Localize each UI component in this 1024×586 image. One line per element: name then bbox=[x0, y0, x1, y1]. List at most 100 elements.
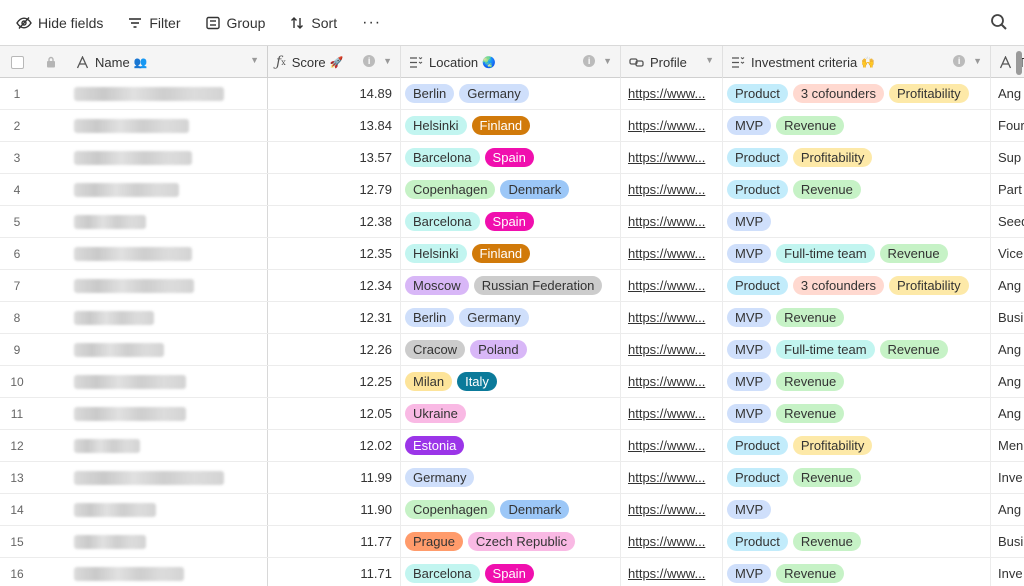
investment-criteria-cell[interactable]: MVP bbox=[723, 206, 991, 237]
profile-link[interactable]: https://www... bbox=[628, 278, 705, 293]
investment-criteria-cell[interactable]: MVP Full-time team Revenue bbox=[723, 238, 991, 269]
location-cell[interactable]: Cracow Poland bbox=[401, 334, 621, 365]
type-cell[interactable]: Men bbox=[991, 430, 1024, 461]
location-cell[interactable]: Germany bbox=[401, 462, 621, 493]
investment-criteria-cell[interactable]: MVP Full-time team Revenue bbox=[723, 334, 991, 365]
profile-link[interactable]: https://www... bbox=[628, 310, 705, 325]
score-cell[interactable]: 12.25 bbox=[268, 366, 401, 397]
investment-criteria-cell[interactable]: MVP Revenue bbox=[723, 558, 991, 586]
table-row[interactable]: 16 11.71 Barcelona Spain https://www... MVP Re… bbox=[0, 558, 1024, 586]
table-row[interactable]: 2 13.84 Helsinki Finland https://www... MVP Re… bbox=[0, 110, 1024, 142]
profile-link[interactable]: https://www... bbox=[628, 150, 705, 165]
name-cell[interactable] bbox=[68, 206, 268, 237]
location-cell[interactable]: Berlin Germany bbox=[401, 78, 621, 109]
profile-cell[interactable]: https://www... bbox=[621, 174, 723, 205]
investment-column-menu[interactable]: i ▼ bbox=[953, 55, 982, 67]
profile-link[interactable]: https://www... bbox=[628, 406, 705, 421]
table-row[interactable]: 4 12.79 Copenhagen Denmark https://www... Pro… bbox=[0, 174, 1024, 206]
column-header-name[interactable]: Name 👥 ▼ bbox=[68, 46, 268, 78]
name-cell[interactable] bbox=[68, 398, 268, 429]
location-cell[interactable]: Barcelona Spain bbox=[401, 558, 621, 586]
table-row[interactable]: 11 12.05 Ukraine https://www... MVP Revenue An… bbox=[0, 398, 1024, 430]
score-cell[interactable]: 12.05 bbox=[268, 398, 401, 429]
vertical-scrollbar[interactable] bbox=[1016, 51, 1022, 75]
info-icon[interactable]: i bbox=[363, 55, 376, 67]
investment-criteria-cell[interactable]: Product Revenue bbox=[723, 174, 991, 205]
profile-cell[interactable]: https://www... bbox=[621, 494, 723, 525]
name-cell[interactable] bbox=[68, 430, 268, 461]
location-cell[interactable]: Berlin Germany bbox=[401, 302, 621, 333]
table-row[interactable]: 8 12.31 Berlin Germany https://www... MVP Reve… bbox=[0, 302, 1024, 334]
profile-link[interactable]: https://www... bbox=[628, 502, 705, 517]
table-row[interactable]: 10 12.25 Milan Italy https://www... MVP Revenu… bbox=[0, 366, 1024, 398]
name-cell[interactable] bbox=[68, 174, 268, 205]
score-cell[interactable]: 12.79 bbox=[268, 174, 401, 205]
score-cell[interactable]: 12.34 bbox=[268, 270, 401, 301]
type-cell[interactable]: Inve bbox=[991, 462, 1024, 493]
score-cell[interactable]: 11.77 bbox=[268, 526, 401, 557]
location-cell[interactable]: Barcelona Spain bbox=[401, 142, 621, 173]
profile-cell[interactable]: https://www... bbox=[621, 78, 723, 109]
investment-criteria-cell[interactable]: MVP Revenue bbox=[723, 110, 991, 141]
table-row[interactable]: 13 11.99 Germany https://www... Product Reven… bbox=[0, 462, 1024, 494]
score-cell[interactable]: 12.26 bbox=[268, 334, 401, 365]
group-button[interactable]: Group bbox=[196, 8, 275, 38]
type-cell[interactable]: Ang bbox=[991, 494, 1024, 525]
location-cell[interactable]: Copenhagen Denmark bbox=[401, 494, 621, 525]
profile-link[interactable]: https://www... bbox=[628, 214, 705, 229]
profile-link[interactable]: https://www... bbox=[628, 342, 705, 357]
score-cell[interactable]: 13.57 bbox=[268, 142, 401, 173]
search-icon[interactable] bbox=[990, 13, 1008, 31]
investment-criteria-cell[interactable]: Product 3 cofounders Profitability bbox=[723, 270, 991, 301]
name-cell[interactable] bbox=[68, 558, 268, 586]
type-cell[interactable]: Busi bbox=[991, 302, 1024, 333]
score-cell[interactable]: 14.89 bbox=[268, 78, 401, 109]
location-cell[interactable]: Copenhagen Denmark bbox=[401, 174, 621, 205]
investment-criteria-cell[interactable]: Product Profitability bbox=[723, 430, 991, 461]
score-column-menu[interactable]: i ▼ bbox=[363, 55, 392, 67]
table-row[interactable]: 14 11.90 Copenhagen Denmark https://www... MV… bbox=[0, 494, 1024, 526]
investment-criteria-cell[interactable]: MVP bbox=[723, 494, 991, 525]
name-cell[interactable] bbox=[68, 366, 268, 397]
type-cell[interactable]: Ang bbox=[991, 334, 1024, 365]
table-row[interactable]: 7 12.34 Moscow Russian Federation https://ww… bbox=[0, 270, 1024, 302]
hide-fields-button[interactable]: Hide fields bbox=[16, 8, 112, 38]
type-cell[interactable]: Ang bbox=[991, 270, 1024, 301]
score-cell[interactable]: 11.99 bbox=[268, 462, 401, 493]
column-header-profile[interactable]: Profile ▼ bbox=[621, 46, 723, 78]
location-cell[interactable]: Moscow Russian Federation bbox=[401, 270, 621, 301]
type-cell[interactable]: Ang bbox=[991, 366, 1024, 397]
score-cell[interactable]: 12.35 bbox=[268, 238, 401, 269]
table-row[interactable]: 5 12.38 Barcelona Spain https://www... MVP See… bbox=[0, 206, 1024, 238]
profile-cell[interactable]: https://www... bbox=[621, 206, 723, 237]
profile-cell[interactable]: https://www... bbox=[621, 142, 723, 173]
investment-criteria-cell[interactable]: MVP Revenue bbox=[723, 366, 991, 397]
name-cell[interactable] bbox=[68, 110, 268, 141]
score-cell[interactable]: 11.90 bbox=[268, 494, 401, 525]
profile-cell[interactable]: https://www... bbox=[621, 462, 723, 493]
profile-link[interactable]: https://www... bbox=[628, 246, 705, 261]
investment-criteria-cell[interactable]: Product 3 cofounders Profitability bbox=[723, 78, 991, 109]
location-cell[interactable]: Barcelona Spain bbox=[401, 206, 621, 237]
table-row[interactable]: 9 12.26 Cracow Poland https://www... MVP Full-… bbox=[0, 334, 1024, 366]
location-cell[interactable]: Prague Czech Republic bbox=[401, 526, 621, 557]
type-cell[interactable]: Seed bbox=[991, 206, 1024, 237]
profile-cell[interactable]: https://www... bbox=[621, 526, 723, 557]
type-cell[interactable]: Ang bbox=[991, 78, 1024, 109]
profile-cell[interactable]: https://www... bbox=[621, 238, 723, 269]
investment-criteria-cell[interactable]: MVP Revenue bbox=[723, 302, 991, 333]
info-icon[interactable]: i bbox=[953, 55, 966, 67]
profile-link[interactable]: https://www... bbox=[628, 438, 705, 453]
type-cell[interactable]: Ang bbox=[991, 398, 1024, 429]
table-row[interactable]: 6 12.35 Helsinki Finland https://www... MVP Fu… bbox=[0, 238, 1024, 270]
name-cell[interactable] bbox=[68, 302, 268, 333]
name-cell[interactable] bbox=[68, 270, 268, 301]
filter-button[interactable]: Filter bbox=[118, 8, 189, 38]
score-cell[interactable]: 12.38 bbox=[268, 206, 401, 237]
name-cell[interactable] bbox=[68, 78, 268, 109]
profile-cell[interactable]: https://www... bbox=[621, 558, 723, 586]
name-cell[interactable] bbox=[68, 334, 268, 365]
name-cell[interactable] bbox=[68, 494, 268, 525]
location-cell[interactable]: Helsinki Finland bbox=[401, 238, 621, 269]
investment-criteria-cell[interactable]: Product Profitability bbox=[723, 142, 991, 173]
